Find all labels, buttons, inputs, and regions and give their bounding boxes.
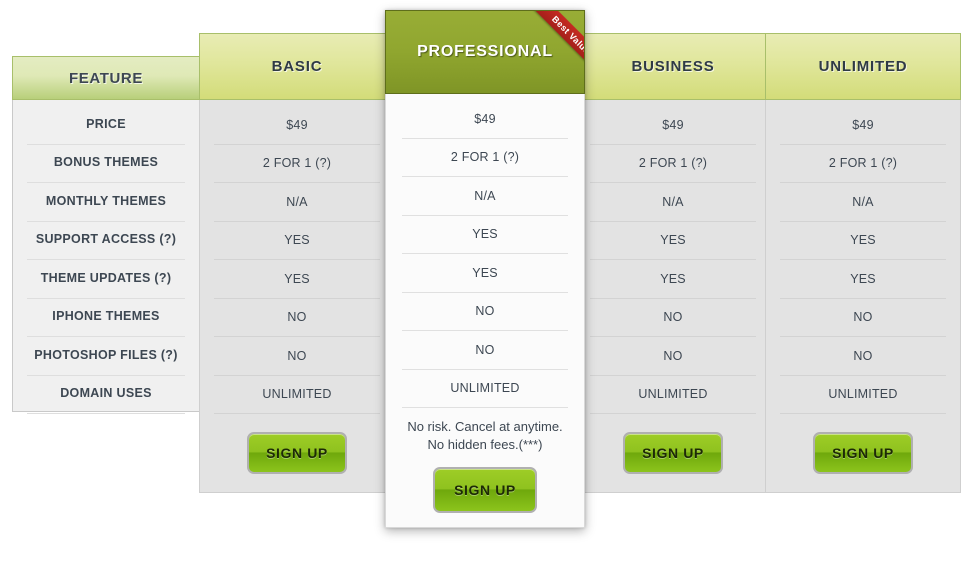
pricing-table: FEATURE PRICE BONUS THEMES MONTHLY THEME…	[0, 0, 970, 577]
plan-cell-monthly-themes: N/A	[214, 183, 380, 222]
plan-cell-iphone-themes: NO	[402, 293, 568, 331]
plan-column-professional: PROFESSIONAL Best Value $49 2 FOR 1 (?) …	[385, 10, 585, 528]
plan-title-professional: PROFESSIONAL	[417, 43, 553, 60]
guarantee-note-line-2: No hidden fees.(***)	[427, 436, 543, 452]
plan-cell-iphone-themes: NO	[590, 299, 756, 337]
feature-row-monthly-themes: MONTHLY THEMES	[27, 183, 185, 222]
plan-cell-monthly-themes: N/A	[402, 177, 568, 216]
guarantee-note-line-1: No risk. Cancel at anytime.	[407, 419, 563, 434]
feature-row-theme-updates: THEME UPDATES (?)	[27, 260, 185, 299]
plan-cell-support-access: YES	[780, 222, 946, 260]
sign-up-button-professional[interactable]: SIGN UP	[433, 467, 537, 514]
plan-cell-photoshop-files: NO	[402, 331, 568, 370]
plan-cell-domain-uses: UNLIMITED	[214, 376, 380, 414]
plan-body-professional: $49 2 FOR 1 (?) N/A YES YES NO NO UNLIMI…	[385, 94, 585, 528]
feature-column-header: FEATURE	[12, 56, 200, 100]
plan-cell-domain-uses: UNLIMITED	[402, 370, 568, 408]
plan-body-business: $49 2 FOR 1 (?) N/A YES YES NO NO UNLIMI…	[575, 100, 771, 493]
sign-up-button-unlimited[interactable]: SIGN UP	[813, 432, 913, 474]
plan-cell-iphone-themes: NO	[214, 299, 380, 337]
plan-cell-price: $49	[780, 106, 946, 145]
feature-row-photoshop-files: PHOTOSHOP FILES (?)	[27, 337, 185, 376]
plan-title-business: BUSINESS	[631, 58, 715, 75]
plan-cell-price: $49	[590, 106, 756, 145]
plan-cell-theme-updates: YES	[590, 260, 756, 299]
plan-cell-bonus-themes: 2 FOR 1 (?)	[590, 145, 756, 183]
feature-column-header-label: FEATURE	[69, 69, 143, 87]
plan-column-unlimited: UNLIMITED $49 2 FOR 1 (?) N/A YES YES NO…	[765, 33, 961, 493]
plan-cell-price: $49	[402, 100, 568, 139]
feature-row-domain-uses: DOMAIN USES	[27, 376, 185, 414]
feature-row-support-access: SUPPORT ACCESS (?)	[27, 222, 185, 260]
plan-cell-domain-uses: UNLIMITED	[780, 376, 946, 414]
plan-column-basic: BASIC $49 2 FOR 1 (?) N/A YES YES NO NO …	[199, 33, 395, 493]
plan-cell-bonus-themes: 2 FOR 1 (?)	[780, 145, 946, 183]
plan-cell-bonus-themes: 2 FOR 1 (?)	[402, 139, 568, 177]
plan-body-basic: $49 2 FOR 1 (?) N/A YES YES NO NO UNLIMI…	[199, 100, 395, 493]
feature-row-price: PRICE	[27, 106, 185, 145]
plan-cell-theme-updates: YES	[780, 260, 946, 299]
plan-header-unlimited: UNLIMITED	[765, 33, 961, 100]
cta-zone-business: SIGN UP	[576, 414, 770, 492]
plan-cell-domain-uses: UNLIMITED	[590, 376, 756, 414]
plan-cell-photoshop-files: NO	[590, 337, 756, 376]
plan-title-unlimited: UNLIMITED	[818, 58, 908, 75]
plan-cell-photoshop-files: NO	[780, 337, 946, 376]
plan-body-unlimited: $49 2 FOR 1 (?) N/A YES YES NO NO UNLIMI…	[765, 100, 961, 493]
cta-zone-unlimited: SIGN UP	[766, 414, 960, 492]
plan-cell-monthly-themes: N/A	[590, 183, 756, 222]
plan-cell-iphone-themes: NO	[780, 299, 946, 337]
plan-header-business: BUSINESS	[575, 33, 771, 100]
cta-zone-professional: SIGN UP	[386, 453, 584, 533]
plan-cell-photoshop-files: NO	[214, 337, 380, 376]
sign-up-button-basic[interactable]: SIGN UP	[247, 432, 347, 474]
plan-header-professional: PROFESSIONAL Best Value	[385, 10, 585, 94]
plan-cell-bonus-themes: 2 FOR 1 (?)	[214, 145, 380, 183]
plan-header-basic: BASIC	[199, 33, 395, 100]
plan-column-business: BUSINESS $49 2 FOR 1 (?) N/A YES YES NO …	[575, 33, 771, 493]
plan-cell-price: $49	[214, 106, 380, 145]
plan-cell-theme-updates: YES	[214, 260, 380, 299]
sign-up-button-business[interactable]: SIGN UP	[623, 432, 723, 474]
plan-cell-theme-updates: YES	[402, 254, 568, 293]
feature-row-iphone-themes: IPHONE THEMES	[27, 299, 185, 337]
guarantee-note: No risk. Cancel at anytime. No hidden fe…	[396, 418, 574, 453]
feature-column-body: PRICE BONUS THEMES MONTHLY THEMES SUPPOR…	[12, 100, 200, 414]
plan-cell-support-access: YES	[214, 222, 380, 260]
plan-cell-support-access: YES	[590, 222, 756, 260]
feature-row-bonus-themes: BONUS THEMES	[27, 145, 185, 183]
plan-cell-monthly-themes: N/A	[780, 183, 946, 222]
plan-title-basic: BASIC	[271, 58, 323, 75]
plan-cell-support-access: YES	[402, 216, 568, 254]
cta-zone-basic: SIGN UP	[200, 414, 394, 492]
